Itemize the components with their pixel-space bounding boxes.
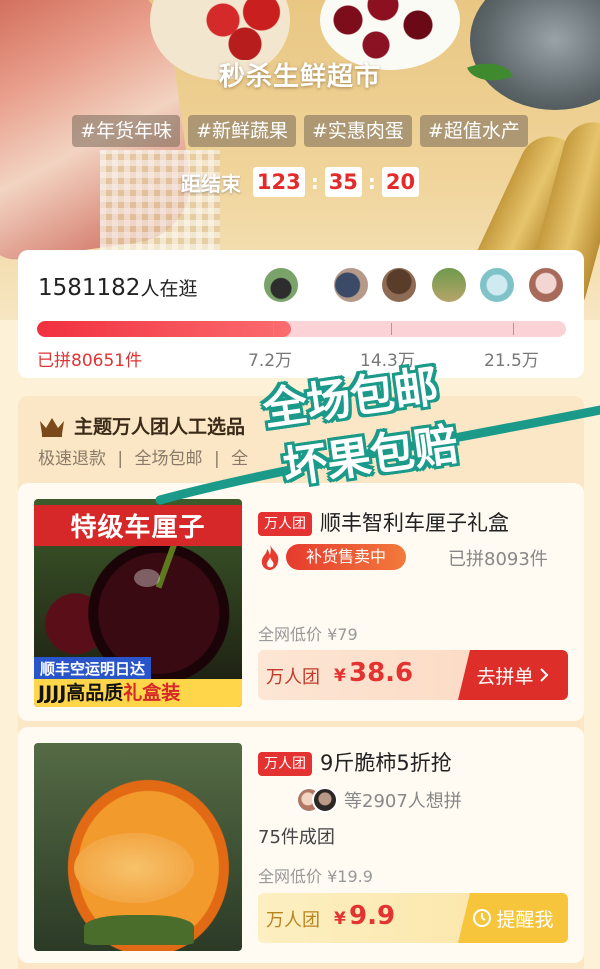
- avatar[interactable]: [380, 266, 418, 304]
- countdown-hours: 123: [252, 167, 305, 197]
- countdown-timer: 距结束 123 : 35 : 20: [0, 167, 600, 197]
- shrimp-image: [470, 0, 600, 110]
- countdown-separator: :: [367, 170, 376, 194]
- visitor-count-number: 1581182: [38, 275, 141, 301]
- waiting-group: 等2907人想拼: [296, 787, 462, 813]
- tag-item[interactable]: #年货年味: [72, 115, 181, 147]
- product-image[interactable]: 特级车厘子 顺丰空运明日达 JJJJ高品质礼盒装: [34, 499, 242, 707]
- image-title: 特级车厘子: [34, 505, 242, 546]
- currency-symbol: ¥: [334, 909, 346, 929]
- avatar[interactable]: [527, 266, 565, 304]
- tag-item[interactable]: #新鲜蔬果: [188, 115, 296, 147]
- feature-label: 极速退款: [38, 449, 106, 469]
- price-label: 万人团: [266, 910, 320, 931]
- feature-label: 全场包邮: [134, 449, 203, 469]
- group-price: 9.9: [349, 901, 396, 931]
- divider: |: [213, 449, 220, 469]
- product-card[interactable]: 万人团 9斤脆柿5折抢 等2907人想拼 75件成团 全网低价 ¥19.9 万人团…: [18, 727, 584, 963]
- section-subtitle: 极速退款 | 全场包邮 | 全: [38, 444, 254, 469]
- progress-tick: [513, 323, 514, 335]
- countdown-minutes: 35: [324, 167, 362, 197]
- giftbox-text: 礼盒装: [123, 682, 181, 704]
- tag-item[interactable]: #实惠肉蛋: [304, 115, 412, 147]
- countdown-seconds: 20: [381, 167, 420, 197]
- visitor-count-suffix: 人在逛: [140, 278, 198, 300]
- join-group-label: 去拼单: [476, 665, 534, 688]
- countdown-label: 距结束: [180, 171, 241, 196]
- avatar[interactable]: [430, 266, 468, 304]
- progress-tick: [391, 323, 392, 335]
- restock-status: 补货售卖中: [258, 543, 407, 571]
- image-shipping-label: 顺丰空运明日达: [34, 657, 152, 680]
- group-badge: 万人团: [258, 752, 312, 776]
- image-quality-label: JJJJ高品质礼盒装: [34, 679, 242, 707]
- milestone-label: 7.2万: [248, 351, 293, 371]
- category-tags: #年货年味 #新鲜蔬果 #实惠肉蛋 #超值水产: [0, 115, 600, 147]
- avatar[interactable]: [262, 266, 300, 304]
- product-image[interactable]: [34, 743, 242, 951]
- price-label: 万人团: [266, 667, 320, 688]
- milestone-label: 21.5万: [484, 351, 539, 371]
- progress-tick: [273, 323, 274, 335]
- reference-price: 全网低价 ¥79: [258, 625, 358, 644]
- strawberry-image: [190, 0, 300, 60]
- product-name: 9斤脆柿5折抢: [320, 751, 452, 775]
- avatar[interactable]: [332, 266, 370, 304]
- group-threshold: 75件成团: [258, 827, 335, 848]
- visitor-count: 1581182人在逛: [38, 274, 197, 301]
- avatar[interactable]: [478, 266, 516, 304]
- waiting-count: 等2907人想拼: [344, 791, 462, 812]
- avatar: [312, 787, 338, 813]
- divider: |: [117, 449, 124, 469]
- sold-count: 已拼80651件: [37, 351, 143, 371]
- joined-count: 已拼8093件: [448, 549, 548, 570]
- persimmon-calyx: [84, 915, 194, 945]
- product-name: 顺丰智利车厘子礼盒: [320, 511, 509, 535]
- feature-label: 全: [231, 449, 249, 469]
- persimmon-flesh: [74, 833, 194, 903]
- group-progress-bar: [37, 321, 566, 337]
- group-price: 38.6: [349, 658, 414, 688]
- remind-me-button[interactable]: 提醒我: [458, 893, 568, 943]
- quality-text: JJJJ高品质: [38, 682, 124, 704]
- section-title: 主题万人团人工选品: [74, 416, 246, 438]
- chevron-right-icon: [539, 668, 548, 682]
- section-header: 主题万人团人工选品: [38, 412, 245, 439]
- flame-icon: [261, 544, 279, 570]
- remind-me-label: 提醒我: [496, 908, 554, 931]
- product-title[interactable]: 万人团 顺丰智利车厘子礼盒: [258, 507, 509, 537]
- tag-item[interactable]: #超值水产: [419, 115, 528, 147]
- product-title[interactable]: 万人团 9斤脆柿5折抢: [258, 747, 452, 777]
- progress-fill: [37, 321, 291, 337]
- cloth-decoration: [100, 150, 220, 250]
- price-bar: 万人团 ¥ 9.9 提醒我: [258, 893, 568, 943]
- cherry-highlight: [134, 569, 160, 587]
- group-badge: 万人团: [258, 512, 312, 536]
- page-title: 秒杀生鲜超市: [218, 62, 381, 92]
- crown-icon: [40, 417, 64, 437]
- currency-symbol: ¥: [334, 666, 346, 686]
- clock-icon: [473, 909, 492, 927]
- restock-pill: 补货售卖中: [286, 544, 407, 570]
- countdown-separator: :: [310, 170, 319, 194]
- product-card[interactable]: 特级车厘子 顺丰空运明日达 JJJJ高品质礼盒装 万人团 顺丰智利车厘子礼盒 补货…: [18, 483, 584, 721]
- join-group-button[interactable]: 去拼单: [458, 650, 568, 700]
- reference-price: 全网低价 ¥19.9: [258, 867, 373, 886]
- price-bar: 万人团 ¥ 38.6 去拼单: [258, 650, 568, 700]
